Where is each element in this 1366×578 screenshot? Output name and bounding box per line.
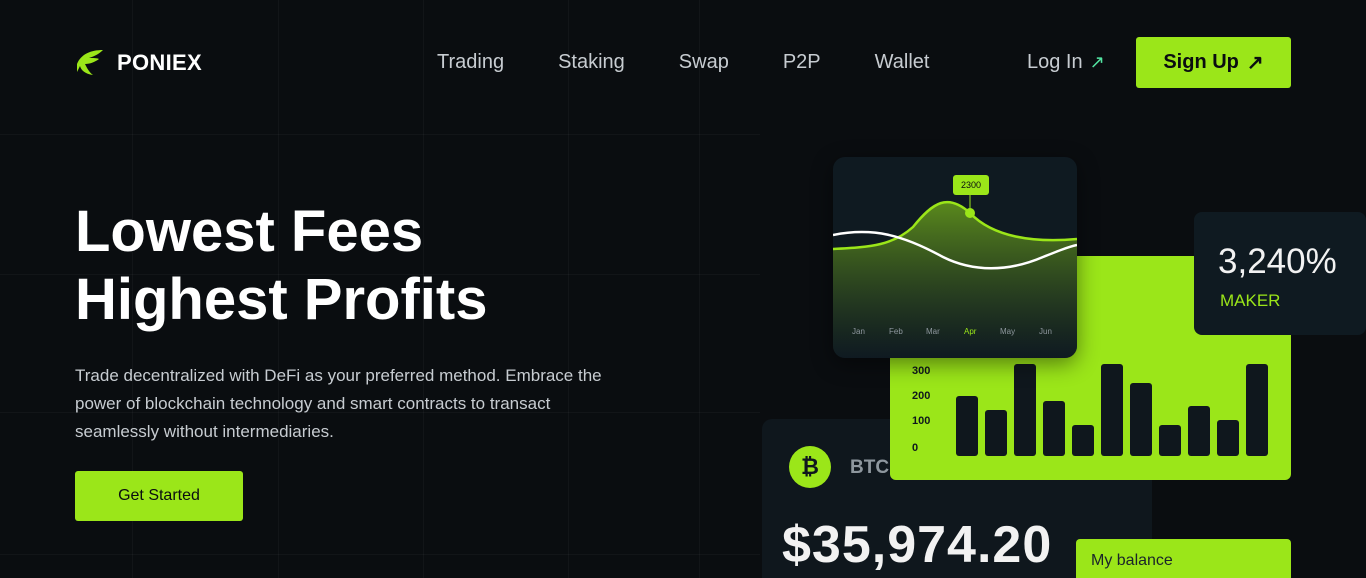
- maker-value: 3,240%: [1218, 242, 1337, 281]
- bar-chart-bar: [985, 410, 1007, 456]
- arrow-up-right-icon: ↗: [1089, 52, 1105, 72]
- bar-chart-bar: [1246, 364, 1268, 456]
- hero-title-line-1: Lowest Fees: [75, 199, 424, 264]
- poniex-logo-icon: [77, 50, 103, 75]
- y-tick-label: 100: [912, 415, 931, 427]
- bar-chart-bar: [1043, 401, 1065, 456]
- btc-label: BTC: [850, 457, 890, 478]
- brand-logo[interactable]: PONIEX: [75, 48, 202, 78]
- month-label: Mar: [926, 327, 940, 336]
- month-label: Jan: [852, 327, 865, 336]
- btc-price: $35,974.20: [782, 516, 1053, 574]
- y-tick-label: 300: [912, 365, 931, 377]
- maker-stat-card: 3,240% MAKER: [1194, 212, 1366, 335]
- month-label: Feb: [889, 327, 903, 336]
- grid-line: [699, 0, 700, 578]
- nav-item-p2p[interactable]: P2P: [783, 51, 821, 74]
- get-started-button[interactable]: Get Started: [75, 471, 243, 521]
- bar-chart-bar: [1217, 420, 1239, 456]
- bar-chart-bar: [1014, 364, 1036, 456]
- hero-subtitle: Trade decentralized with DeFi as your pr…: [75, 366, 602, 441]
- month-label: Jun: [1039, 327, 1052, 336]
- bar-chart-bar: [1188, 406, 1210, 456]
- grid-line: [0, 554, 760, 555]
- hero-title-line-2: Highest Profits: [75, 267, 488, 332]
- grid-line: [0, 134, 760, 135]
- hero-title: Lowest Fees Highest Profits: [75, 198, 488, 334]
- chart-tooltip: 2300: [953, 175, 989, 195]
- bar-chart-bar: [1101, 364, 1123, 456]
- nav-item-wallet[interactable]: Wallet: [875, 51, 930, 74]
- login-link[interactable]: Log In ↗: [1027, 51, 1105, 74]
- month-label: May: [1000, 327, 1016, 336]
- line-chart-card: 2300 Jan Feb Mar Apr May Jun: [833, 157, 1077, 358]
- signup-button[interactable]: Sign Up ↗: [1136, 37, 1291, 88]
- brand-name: PONIEX: [117, 50, 202, 75]
- y-tick-label: 0: [912, 442, 919, 454]
- main-nav: Trading Staking Swap P2P Wallet: [437, 51, 929, 74]
- bitcoin-icon: ₿: [789, 446, 831, 488]
- grid-line: [568, 0, 569, 578]
- highlight-point: [965, 208, 975, 218]
- arrow-up-right-icon: ↗: [1246, 52, 1264, 74]
- bar-chart-bar: [1159, 425, 1181, 456]
- signup-label: Sign Up: [1163, 51, 1239, 73]
- bar-chart-bar: [956, 396, 978, 456]
- month-label-highlighted: Apr: [964, 327, 977, 336]
- nav-item-swap[interactable]: Swap: [679, 51, 729, 74]
- nav-item-trading[interactable]: Trading: [437, 51, 504, 74]
- y-tick-label: 200: [912, 390, 931, 402]
- bar-chart-bar: [1072, 425, 1094, 456]
- maker-label: MAKER: [1220, 291, 1281, 310]
- balance-card: My balance: [1076, 539, 1291, 578]
- bar-chart-bar: [1130, 383, 1152, 456]
- nav-item-staking[interactable]: Staking: [558, 51, 625, 74]
- login-label: Log In: [1027, 51, 1083, 73]
- balance-label: My balance: [1091, 552, 1173, 569]
